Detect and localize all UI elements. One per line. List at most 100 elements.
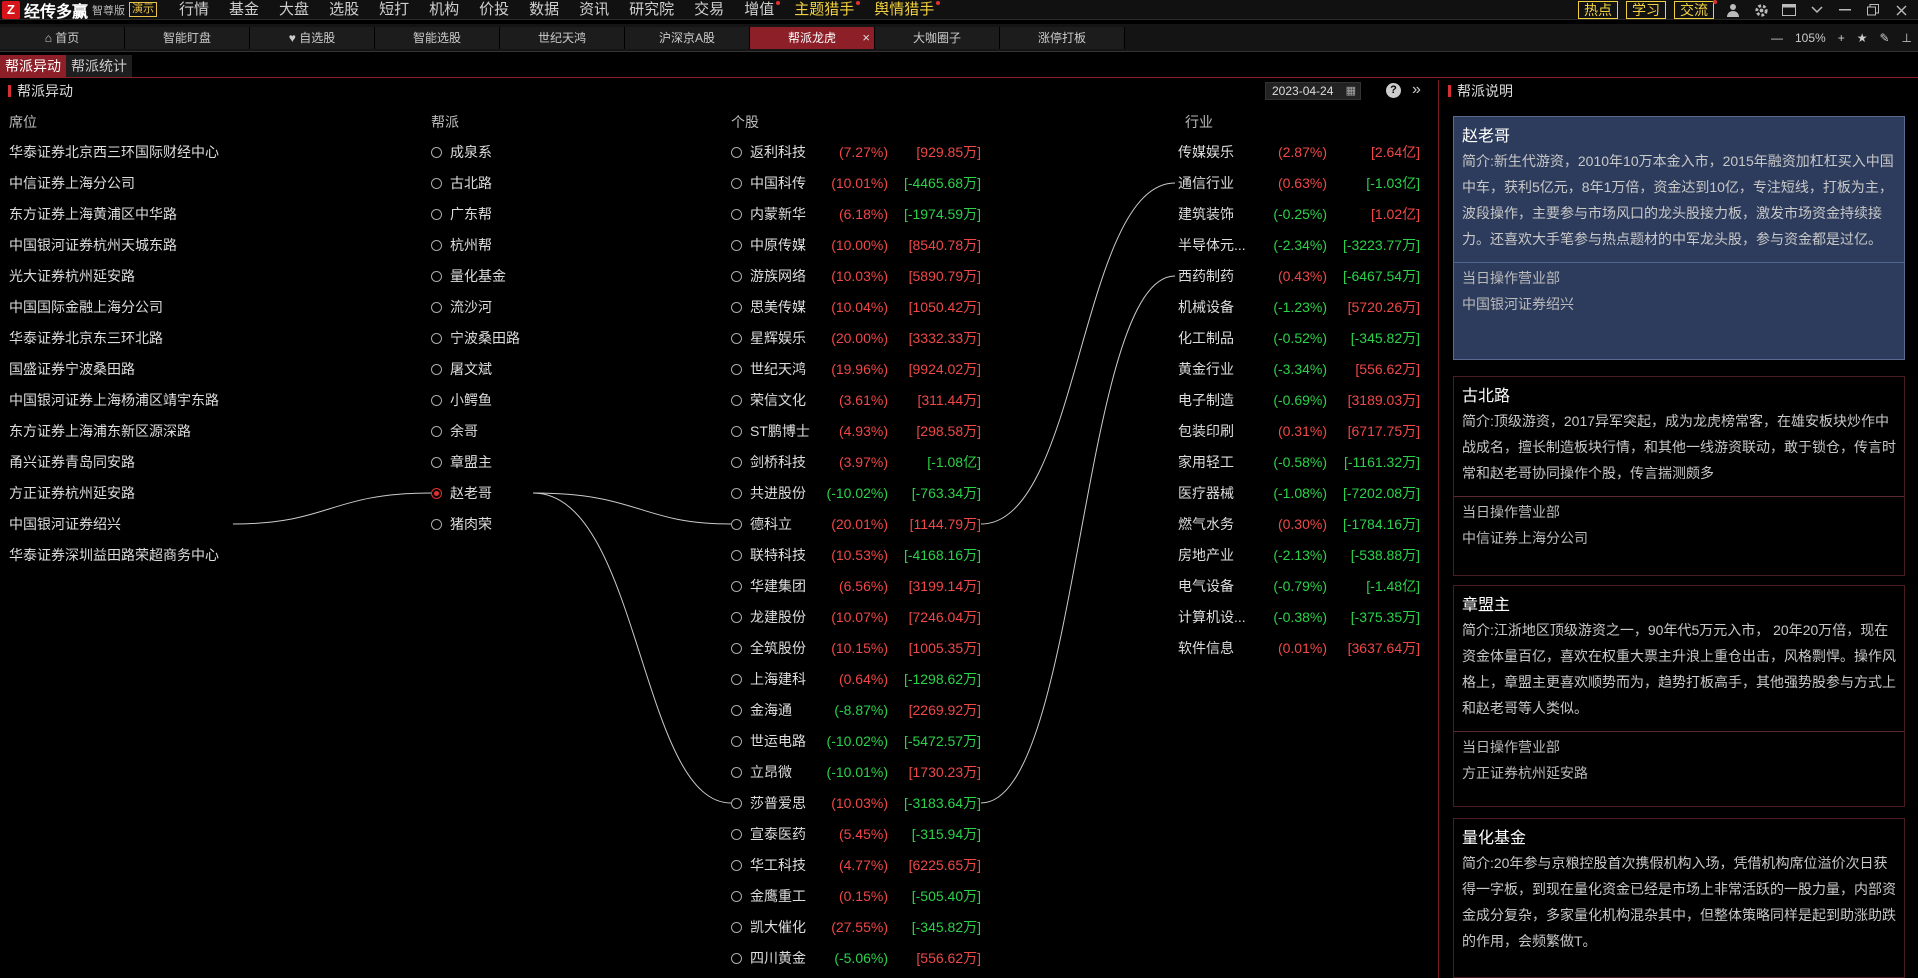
seat-item[interactable]: 甬兴证券青岛同安路 xyxy=(9,452,135,472)
close-icon[interactable] xyxy=(1890,0,1912,20)
gang-radio[interactable] xyxy=(431,209,442,220)
gang-item[interactable]: 小鳄鱼 xyxy=(431,390,492,410)
zoom-in-icon[interactable]: + xyxy=(1838,31,1845,45)
menu-item[interactable]: 资讯 xyxy=(569,0,619,20)
industry-item[interactable]: 电子制造 xyxy=(1178,390,1234,410)
gang-item[interactable]: 古北路 xyxy=(431,173,492,193)
stock-radio[interactable] xyxy=(731,860,742,871)
gang-radio[interactable] xyxy=(431,147,442,158)
gang-radio[interactable] xyxy=(431,395,442,406)
menu-item[interactable]: 价投 xyxy=(469,0,519,20)
stock-item[interactable]: 华工科技 xyxy=(731,855,806,875)
stock-radio[interactable] xyxy=(731,612,742,623)
seat-item[interactable]: 光大证券杭州延安路 xyxy=(9,266,135,286)
industry-item[interactable]: 计算机设... xyxy=(1178,607,1246,627)
menu-item[interactable]: 研究院 xyxy=(619,0,684,20)
seat-item[interactable]: 华泰证券北京东三环北路 xyxy=(9,328,163,348)
gang-item[interactable]: 广东帮 xyxy=(431,204,492,224)
stock-item[interactable]: 凯大催化 xyxy=(731,917,806,937)
industry-item[interactable]: 包装印刷 xyxy=(1178,421,1234,441)
seat-item[interactable]: 东方证券上海浦东新区源深路 xyxy=(9,421,191,441)
tab[interactable]: 沪深京A股 xyxy=(625,26,750,49)
stock-radio[interactable] xyxy=(731,333,742,344)
stock-radio[interactable] xyxy=(731,643,742,654)
tab[interactable]: ⌂ 首页 xyxy=(0,26,125,49)
stock-radio[interactable] xyxy=(731,271,742,282)
stock-radio[interactable] xyxy=(731,364,742,375)
stock-radio[interactable] xyxy=(731,302,742,313)
chevron-down-icon[interactable] xyxy=(1806,0,1828,20)
gang-card[interactable]: 赵老哥 简介:新生代游资，2010年10万本金入市，2015年融资加杠杠买入中国中… xyxy=(1453,116,1905,360)
gang-radio[interactable] xyxy=(431,519,442,530)
stock-item[interactable]: 共进股份 xyxy=(731,483,806,503)
seat-item[interactable]: 中国银河证券上海杨浦区靖宇东路 xyxy=(9,390,219,410)
stock-radio[interactable] xyxy=(731,519,742,530)
gang-item[interactable]: 成泉系 xyxy=(431,142,492,162)
gang-item[interactable]: 量化基金 xyxy=(431,266,506,286)
industry-item[interactable]: 燃气水务 xyxy=(1178,514,1234,534)
stock-item[interactable]: 荣信文化 xyxy=(731,390,806,410)
seat-item[interactable]: 华泰证券北京西三环国际财经中心 xyxy=(9,142,219,162)
gang-radio[interactable] xyxy=(431,271,442,282)
menu-item[interactable]: 主题猎手 xyxy=(784,0,864,20)
stock-item[interactable]: 世运电路 xyxy=(731,731,806,751)
stock-radio[interactable] xyxy=(731,209,742,220)
restore-icon[interactable] xyxy=(1862,0,1884,20)
stock-radio[interactable] xyxy=(731,953,742,964)
stock-item[interactable]: 德科立 xyxy=(731,514,792,534)
star-icon[interactable]: ★ xyxy=(1857,31,1868,45)
menu-item[interactable]: 机构 xyxy=(419,0,469,20)
stock-radio[interactable] xyxy=(731,798,742,809)
stock-radio[interactable] xyxy=(731,674,742,685)
stock-radio[interactable] xyxy=(731,736,742,747)
stock-radio[interactable] xyxy=(731,922,742,933)
tab[interactable]: 世纪天鸿 xyxy=(500,26,625,49)
calendar-icon[interactable]: ▦ xyxy=(1346,83,1356,99)
stock-item[interactable]: 内蒙新华 xyxy=(731,204,806,224)
gang-item[interactable]: 杭州帮 xyxy=(431,235,492,255)
gang-radio[interactable] xyxy=(431,240,442,251)
gang-card[interactable]: 古北路 简介:顶级游资，2017异军突起，成为龙虎榜常客，在雄安板块炒作中战成名，… xyxy=(1453,376,1905,576)
seat-item[interactable]: 方正证券杭州延安路 xyxy=(9,483,135,503)
tab-gang-statistics[interactable]: 帮派统计 xyxy=(66,55,132,77)
stock-item[interactable]: 游族网络 xyxy=(731,266,806,286)
menu-item[interactable]: 基金 xyxy=(219,0,269,20)
menu-item[interactable]: 大盘 xyxy=(269,0,319,20)
gang-item[interactable]: 赵老哥 xyxy=(431,483,492,503)
stock-radio[interactable] xyxy=(731,395,742,406)
app-logo[interactable]: Z 经传多赢 智尊版 演示 xyxy=(0,0,169,21)
gang-radio[interactable] xyxy=(431,488,442,499)
stock-item[interactable]: 星辉娱乐 xyxy=(731,328,806,348)
stock-radio[interactable] xyxy=(731,550,742,561)
industry-item[interactable]: 电气设备 xyxy=(1178,576,1234,596)
industry-item[interactable]: 黄金行业 xyxy=(1178,359,1234,379)
stock-radio[interactable] xyxy=(731,240,742,251)
seat-item[interactable]: 国盛证券宁波桑田路 xyxy=(9,359,135,379)
stock-item[interactable]: 莎普爱思 xyxy=(731,793,806,813)
stock-item[interactable]: 世纪天鸿 xyxy=(731,359,806,379)
menu-item[interactable]: 选股 xyxy=(319,0,369,20)
stock-item[interactable]: 全筑股份 xyxy=(731,638,806,658)
gang-item[interactable]: 章盟主 xyxy=(431,452,492,472)
industry-item[interactable]: 传媒娱乐 xyxy=(1178,142,1234,162)
industry-item[interactable]: 机械设备 xyxy=(1178,297,1234,317)
stock-radio[interactable] xyxy=(731,426,742,437)
industry-item[interactable]: 西药制药 xyxy=(1178,266,1234,286)
industry-item[interactable]: 建筑装饰 xyxy=(1178,204,1234,224)
gang-item[interactable]: 宁波桑田路 xyxy=(431,328,520,348)
industry-item[interactable]: 家用轻工 xyxy=(1178,452,1234,472)
tab[interactable]: 智能选股 xyxy=(375,26,500,49)
zoom-out-icon[interactable]: — xyxy=(1771,31,1783,45)
stock-item[interactable]: 金海通 xyxy=(731,700,792,720)
industry-item[interactable]: 医疗器械 xyxy=(1178,483,1234,503)
stock-item[interactable]: ST鹏博士 xyxy=(731,421,810,441)
tab[interactable]: 帮派龙虎 × xyxy=(750,26,875,49)
gang-item[interactable]: 流沙河 xyxy=(431,297,492,317)
menu-item[interactable]: 增值 xyxy=(734,0,784,20)
stock-item[interactable]: 龙建股份 xyxy=(731,607,806,627)
tab-close-icon[interactable]: × xyxy=(862,27,870,49)
gang-card[interactable]: 量化基金 简介:20年参与京粮控股首次携假机构入场，凭借机构席位溢价次日获得一字板… xyxy=(1453,818,1905,978)
gang-item[interactable]: 猪肉荣 xyxy=(431,514,492,534)
menu-item[interactable]: 舆情猎手 xyxy=(864,0,944,20)
industry-item[interactable]: 房地产业 xyxy=(1178,545,1234,565)
